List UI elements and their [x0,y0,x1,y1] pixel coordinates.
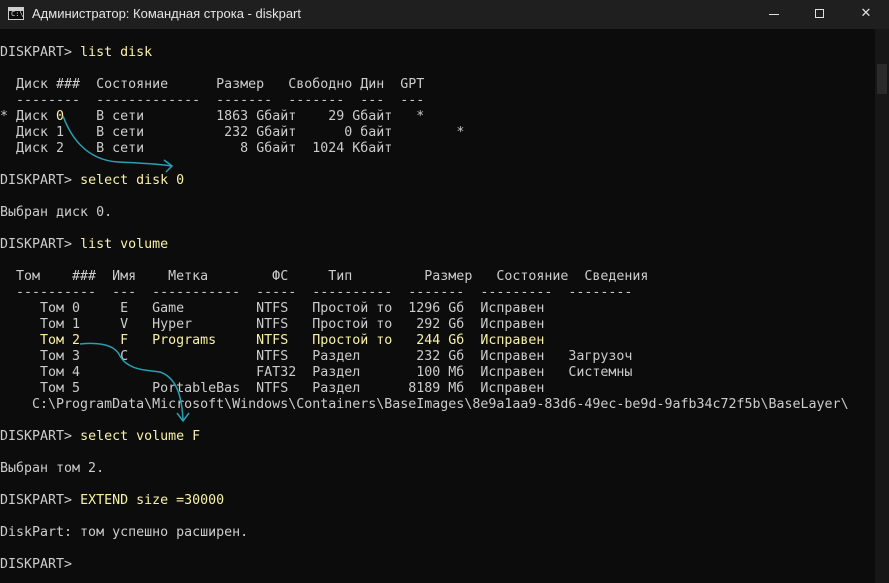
volume-path: C:\ProgramData\Microsoft\Windows\Contain… [0,397,849,412]
volume-row: Том 3 C NTFS Раздел 232 Gб Исправен Загр… [0,349,633,364]
command-input: list volume [80,237,169,252]
console-output[interactable]: DISKPART> list disk Диск ### Состояние Р… [0,29,875,583]
maximize-icon [815,9,824,18]
scrollbar-thumb[interactable] [877,64,887,94]
command-input: list disk [80,45,153,60]
disk-row: * Диск 0 В сети 1863 Gбайт 29 Gбайт * [0,109,425,124]
disk-table-separator: -------- ------------- ------- ------- -… [0,93,425,108]
volume-row: Том 0 E Game NTFS Простой то 1296 Gб Исп… [0,301,545,316]
console-line: DISKPART> list volume [0,237,168,253]
volume-row: Том 4 FAT32 Раздел 100 Mб Исправен Систе… [0,365,633,380]
console-message: DiskPart: том успешно расширен. [0,525,249,540]
prompt: DISKPART> [0,237,81,252]
console-line: DISKPART> select volume F [0,429,200,445]
close-button[interactable]: ✕ [843,0,889,29]
window-title: Администратор: Командная строка - diskpa… [32,6,302,21]
volume-table-header: Том ### Имя Метка ФС Тип Размер Состояни… [0,269,649,284]
minimize-icon [769,14,779,15]
console-line: DISKPART> EXTEND size =30000 [0,493,224,509]
volume-table-separator: ---------- --- ----------- ----- -------… [0,285,633,300]
console-line: DISKPART> list disk [0,45,152,61]
prompt: DISKPART> [0,45,81,60]
close-icon: ✕ [860,6,872,21]
volume-row-highlighted: Том 2 F Programs NTFS Простой то 244 Gб … [0,333,545,348]
prompt: DISKPART> [0,429,81,444]
prompt: DISKPART> [0,173,81,188]
title-bar[interactable]: C:\ Администратор: Командная строка - di… [0,0,889,29]
prompt: DISKPART> [0,493,81,508]
command-input: EXTEND size =30000 [80,493,225,508]
disk-row: Диск 1 В сети 232 Gбайт 0 байт * [0,125,465,140]
disk-table-header: Диск ### Состояние Размер Свободно Дин G… [0,77,425,92]
maximize-button[interactable] [797,0,843,29]
volume-row: Том 5 PortableBas NTFS Раздел 8189 Mб Ис… [0,381,545,396]
minimize-button[interactable] [751,0,797,29]
console-line: DISKPART> select disk 0 [0,173,184,189]
cmd-app-icon: C:\ [8,7,24,20]
command-input: select disk 0 [80,173,185,188]
console-message: Выбран том 2. [0,461,105,476]
command-input: select volume F [80,429,201,444]
scrollbar[interactable] [875,29,889,583]
console-prompt[interactable]: DISKPART> [0,557,72,573]
disk-row: Диск 2 В сети 8 Gбайт 1024 Kбайт [0,141,393,156]
volume-row: Том 1 V Hyper NTFS Простой то 292 Gб Исп… [0,317,545,332]
console-message: Выбран диск 0. [0,205,113,220]
